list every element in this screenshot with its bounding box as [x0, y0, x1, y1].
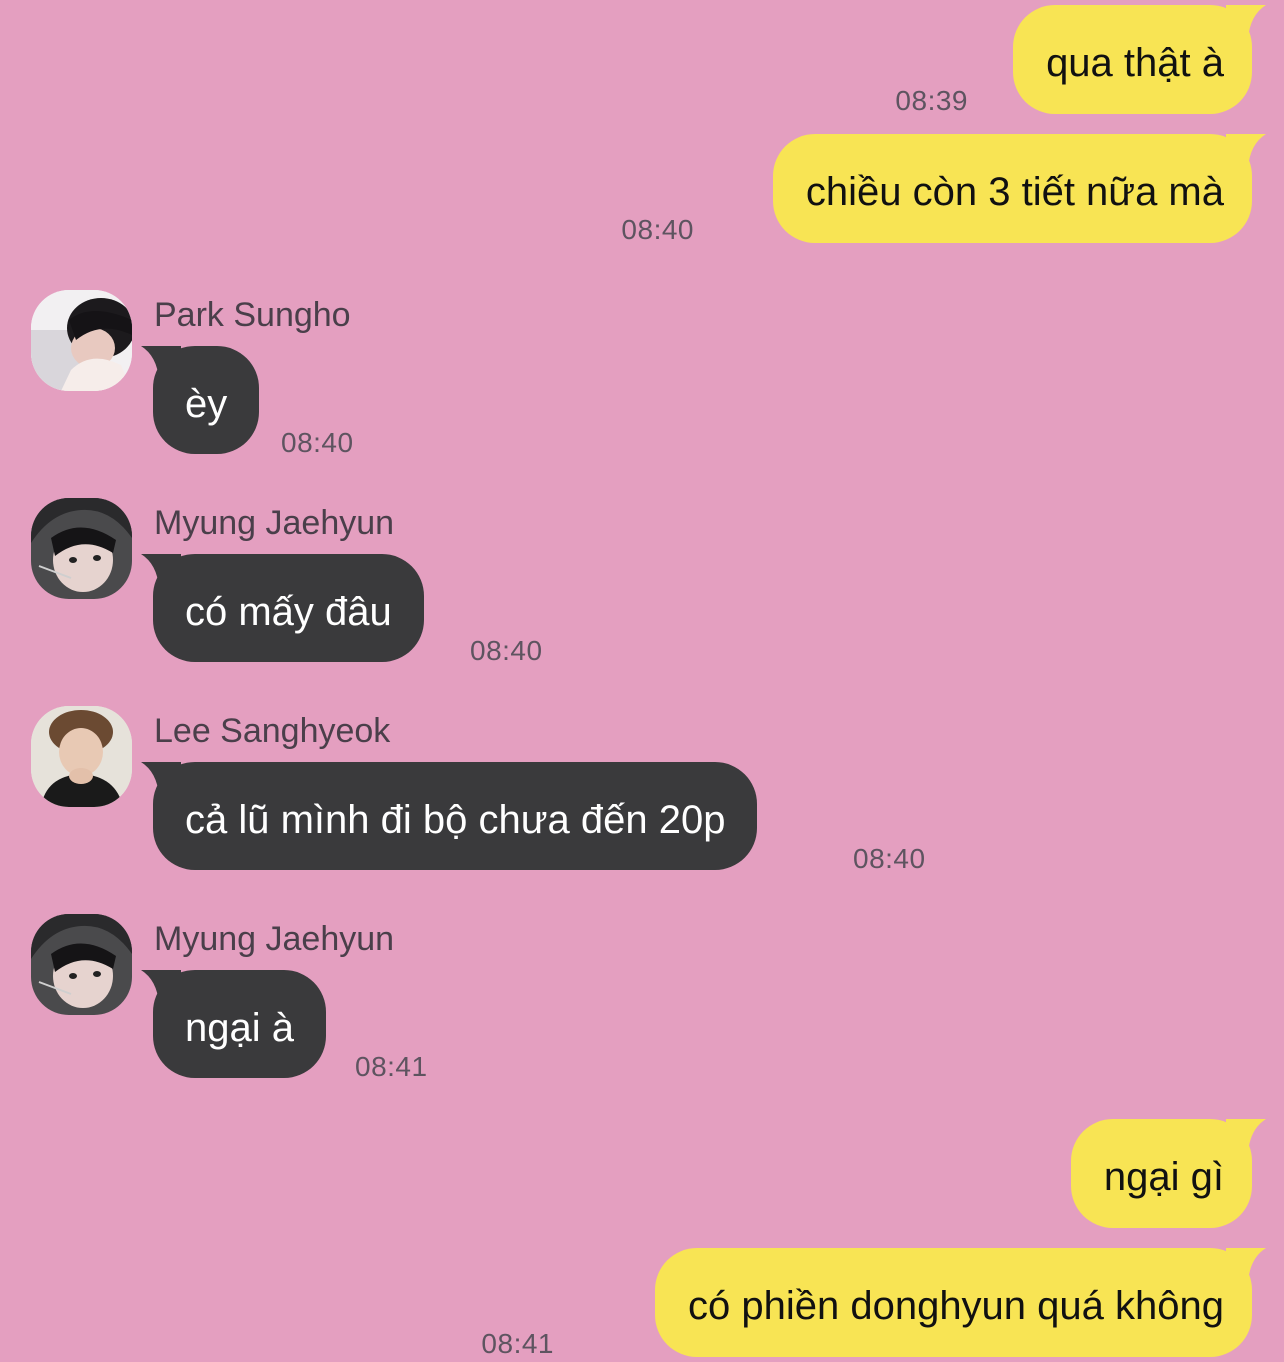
- incoming-message-bubble[interactable]: cả lũ mình đi bộ chưa đến 20p: [141, 762, 758, 870]
- incoming-message-bubble[interactable]: có mấy đâu: [141, 554, 424, 662]
- avatar[interactable]: [31, 706, 132, 807]
- bubble-tail: [1226, 134, 1266, 168]
- person-photo-icon: [31, 914, 132, 1015]
- bubble-tail: [141, 554, 181, 588]
- message-timestamp: 08:39: [895, 85, 968, 116]
- outgoing-message-bubble[interactable]: có phiền donghyun quá không: [654, 1248, 1266, 1357]
- message-text: có phiền donghyun quá không: [687, 1284, 1224, 1328]
- message-timestamp: 08:40: [470, 635, 543, 666]
- message-text: ngại à: [185, 1006, 294, 1050]
- bubble-tail: [1226, 1248, 1266, 1282]
- sender-name: Myung Jaehyun: [154, 504, 395, 542]
- avatar[interactable]: [31, 914, 132, 1015]
- message-text: chiều còn 3 tiết nữa mà: [805, 170, 1224, 214]
- person-photo-icon: [31, 498, 132, 599]
- bubble-tail: [141, 346, 181, 380]
- sender-name: Lee Sanghyeok: [154, 712, 391, 750]
- message-text: èy: [185, 382, 228, 426]
- sender-name: Park Sungho: [154, 296, 351, 334]
- avatar[interactable]: [31, 498, 132, 599]
- person-photo-icon: [31, 290, 132, 391]
- message-text: cả lũ mình đi bộ chưa đến 20p: [185, 798, 726, 842]
- incoming-message-bubble[interactable]: ngại à: [141, 970, 326, 1078]
- outgoing-message-bubble[interactable]: ngại gì: [1070, 1119, 1266, 1228]
- message-text: có mấy đâu: [185, 590, 392, 634]
- message-timestamp: 08:41: [481, 1328, 554, 1359]
- bubble-tail: [141, 762, 181, 796]
- message-timestamp: 08:40: [621, 214, 694, 245]
- bubble-tail: [141, 970, 181, 1004]
- message-timestamp: 08:40: [853, 843, 926, 874]
- message-text: ngại gì: [1103, 1155, 1224, 1199]
- incoming-message-bubble[interactable]: èy: [141, 346, 260, 454]
- message-timestamp: 08:40: [281, 427, 354, 458]
- message-timestamp: 08:41: [355, 1051, 428, 1082]
- outgoing-message-bubble[interactable]: qua thật à: [1013, 5, 1266, 114]
- bubble-tail: [1226, 1119, 1266, 1153]
- person-photo-icon: [31, 706, 132, 807]
- message-text: qua thật à: [1046, 41, 1224, 85]
- sender-name: Myung Jaehyun: [154, 920, 395, 958]
- outgoing-message-bubble[interactable]: chiều còn 3 tiết nữa mà: [772, 134, 1266, 243]
- avatar[interactable]: [31, 290, 132, 391]
- bubble-tail: [1226, 5, 1266, 39]
